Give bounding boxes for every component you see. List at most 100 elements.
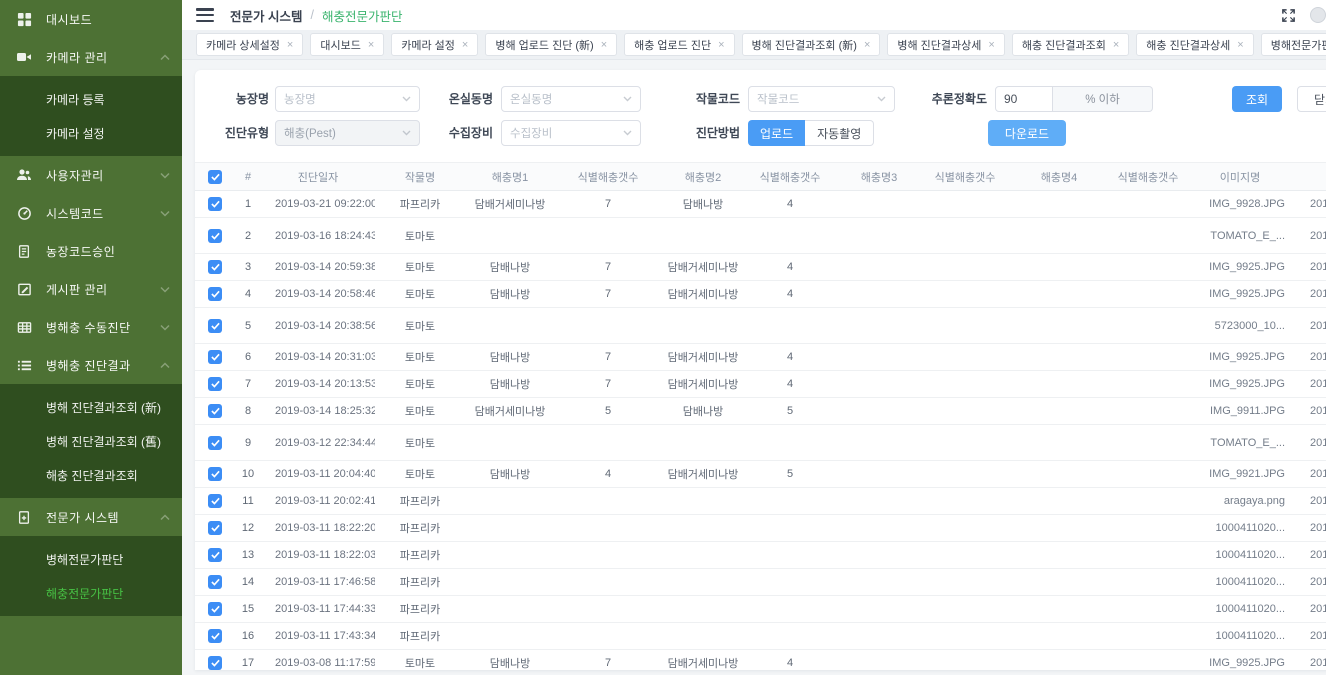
row-checkbox[interactable] xyxy=(208,548,222,562)
table-row[interactable]: 32019-03-14 20:59:38토마토담배나방7담배거세미나방4IMG_… xyxy=(195,254,1326,281)
sidebar-subitem[interactable]: 병해 진단결과조회 (舊) xyxy=(0,424,182,458)
table-row[interactable]: 92019-03-12 22:34:44토마토TOMATO_E_...2019 xyxy=(195,425,1326,461)
column-header[interactable]: 해충명3 xyxy=(835,163,923,191)
tab-close-icon[interactable]: × xyxy=(718,39,724,51)
row-checkbox[interactable] xyxy=(208,319,222,333)
tab[interactable]: 카메라 상세설정× xyxy=(196,33,303,56)
profile-icon[interactable] xyxy=(1310,7,1326,23)
column-header[interactable] xyxy=(1295,163,1326,191)
sidebar-item[interactable]: 병해충 진단결과 xyxy=(0,346,182,384)
tab[interactable]: 해충 진단결과상세× xyxy=(1136,33,1253,56)
sidebar-item[interactable]: 시스템코드 xyxy=(0,194,182,232)
sidebar-item[interactable]: 카메라 관리 xyxy=(0,38,182,76)
row-checkbox[interactable] xyxy=(208,350,222,364)
tab-close-icon[interactable]: × xyxy=(462,39,468,51)
menu-toggle-icon[interactable] xyxy=(196,8,214,22)
row-checkbox[interactable] xyxy=(208,575,222,589)
sidebar-subitem[interactable]: 해충 진단결과조회 xyxy=(0,458,182,492)
row-checkbox[interactable] xyxy=(208,521,222,535)
row-checkbox[interactable] xyxy=(208,629,222,643)
sidebar-item[interactable]: 전문가 시스템 xyxy=(0,498,182,536)
table-row[interactable]: 152019-03-11 17:44:33파프리카1000411020...20… xyxy=(195,596,1326,623)
farm-select[interactable]: 농장명 xyxy=(275,86,420,112)
table-row[interactable]: 172019-03-08 11:17:59토마토담배나방7담배거세미나방4IMG… xyxy=(195,650,1326,675)
sidebar-item[interactable]: 게시판 관리 xyxy=(0,270,182,308)
table-row[interactable]: 162019-03-11 17:43:34파프리카1000411020...20… xyxy=(195,623,1326,650)
table-row[interactable]: 142019-03-11 17:46:58파프리카1000411020...20… xyxy=(195,569,1326,596)
crop-code-select[interactable]: 작물코드 xyxy=(748,86,895,112)
column-header[interactable]: 식별해충갯수 xyxy=(923,163,1007,191)
tab-close-icon[interactable]: × xyxy=(988,39,994,51)
sidebar-item[interactable]: 사용자관리 xyxy=(0,156,182,194)
search-button[interactable]: 조회 xyxy=(1232,86,1282,112)
tab[interactable]: 병해 진단결과상세× xyxy=(887,33,1004,56)
sidebar-item[interactable]: 농장코드승인 xyxy=(0,232,182,270)
tab-close-icon[interactable]: × xyxy=(368,39,374,51)
column-header[interactable]: 해충명2 xyxy=(661,163,745,191)
column-header[interactable]: 작물명 xyxy=(375,163,465,191)
column-header[interactable]: 이미지명 xyxy=(1185,163,1295,191)
column-header[interactable]: 식별해충갯수 xyxy=(555,163,661,191)
table-row[interactable]: 122019-03-11 18:22:20파프리카1000411020...20… xyxy=(195,515,1326,542)
tab-close-icon[interactable]: × xyxy=(1113,39,1119,51)
tab[interactable]: 병해 업로드 진단 (新)× xyxy=(485,33,617,56)
tab-close-icon[interactable]: × xyxy=(601,39,607,51)
sidebar-subitem[interactable]: 병해전문가판단 xyxy=(0,542,182,576)
cell-no: 8 xyxy=(235,398,261,425)
tab-close-icon[interactable]: × xyxy=(864,39,870,51)
sidebar-subitem[interactable]: 병해 진단결과조회 (新) xyxy=(0,390,182,424)
accuracy-input[interactable] xyxy=(995,86,1053,112)
download-button[interactable]: 다운로드 xyxy=(988,120,1066,146)
table-row[interactable]: 22019-03-16 18:24:43토마토TOMATO_E_...2019 xyxy=(195,218,1326,254)
table-row[interactable]: 12019-03-21 09:22:00파프리카담배거세미나방7담배나방4IMG… xyxy=(195,191,1326,218)
tab[interactable]: 카메라 설정× xyxy=(391,33,478,56)
row-checkbox[interactable] xyxy=(208,436,222,450)
column-header[interactable]: 해충명1 xyxy=(465,163,555,191)
column-header[interactable]: 식별해충갯수 xyxy=(1111,163,1185,191)
table-row[interactable]: 132019-03-11 18:22:03파프리카1000411020...20… xyxy=(195,542,1326,569)
method-upload-button[interactable]: 업로드 xyxy=(748,120,805,146)
row-checkbox[interactable] xyxy=(208,656,222,670)
tab[interactable]: 병해전문가판단× xyxy=(1261,33,1326,56)
sidebar-subitem[interactable]: 해충전문가판단 xyxy=(0,576,182,610)
sidebar-subitem[interactable]: 카메라 등록 xyxy=(0,82,182,116)
column-header[interactable]: # xyxy=(235,163,261,191)
fullscreen-icon[interactable] xyxy=(1281,8,1296,23)
method-auto-button[interactable]: 자동촬영 xyxy=(805,120,874,146)
row-checkbox[interactable] xyxy=(208,229,222,243)
column-header[interactable]: 진단일자 xyxy=(261,163,375,191)
table-row[interactable]: 52019-03-14 20:38:56토마토5723000_10...201 xyxy=(195,308,1326,344)
row-checkbox[interactable] xyxy=(208,404,222,418)
row-checkbox[interactable] xyxy=(208,260,222,274)
column-header[interactable]: 해충명4 xyxy=(1007,163,1111,191)
table-row[interactable]: 82019-03-14 18:25:32토마토담배거세미나방5담배나방5IMG_… xyxy=(195,398,1326,425)
row-checkbox[interactable] xyxy=(208,197,222,211)
row-checkbox[interactable] xyxy=(208,287,222,301)
sidebar-item[interactable]: 대시보드 xyxy=(0,0,182,38)
diagnosis-type-select[interactable]: 해충(Pest) xyxy=(275,120,420,146)
cell-date: 2019-03-21 09:22:00 xyxy=(261,191,375,218)
column-header[interactable]: 식별해충갯수 xyxy=(745,163,835,191)
select-all-checkbox[interactable] xyxy=(208,170,222,184)
table-row[interactable]: 102019-03-11 20:04:40토마토담배나방4담배거세미나방5IMG… xyxy=(195,461,1326,488)
sidebar-item[interactable]: 병해충 수동진단 xyxy=(0,308,182,346)
table-row[interactable]: 112019-03-11 20:02:41파프리카aragaya.png201 xyxy=(195,488,1326,515)
row-checkbox[interactable] xyxy=(208,494,222,508)
table-row[interactable]: 72019-03-14 20:13:53토마토담배나방7담배거세미나방4IMG_… xyxy=(195,371,1326,398)
greenhouse-select[interactable]: 온실동명 xyxy=(501,86,641,112)
tab-close-icon[interactable]: × xyxy=(287,39,293,51)
row-checkbox[interactable] xyxy=(208,377,222,391)
row-checkbox[interactable] xyxy=(208,467,222,481)
tab[interactable]: 병해 진단결과조회 (新)× xyxy=(742,33,881,56)
tab[interactable]: 해충 진단결과조회× xyxy=(1012,33,1129,56)
row-checkbox[interactable] xyxy=(208,602,222,616)
tab[interactable]: 대시보드× xyxy=(310,33,384,56)
cell-crop: 토마토 xyxy=(375,398,465,425)
sidebar-subitem[interactable]: 카메라 설정 xyxy=(0,116,182,150)
table-row[interactable]: 42019-03-14 20:58:46토마토담배나방7담배거세미나방4IMG_… xyxy=(195,281,1326,308)
tab[interactable]: 해충 업로드 진단× xyxy=(624,33,734,56)
device-select[interactable]: 수집장비 xyxy=(501,120,641,146)
table-row[interactable]: 62019-03-14 20:31:03토마토담배나방7담배거세미나방4IMG_… xyxy=(195,344,1326,371)
close-button[interactable]: 닫기 xyxy=(1297,86,1326,112)
tab-close-icon[interactable]: × xyxy=(1237,39,1243,51)
